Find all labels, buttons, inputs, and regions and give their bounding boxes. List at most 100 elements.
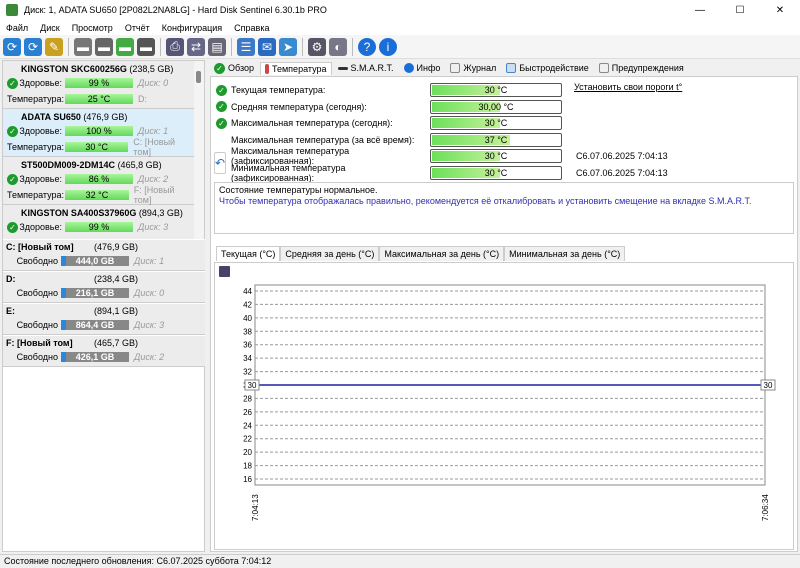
menu-report[interactable]: Отчёт	[119, 23, 156, 33]
refresh-icon[interactable]: ⟳	[3, 37, 21, 56]
disk-item[interactable]: KINGSTON SA400S37960G (894,3 GB) ✓ Здоров…	[3, 205, 195, 239]
temp-row: ✓ Максимальная температура (сегодня): 30…	[216, 115, 562, 131]
disk-test-icon[interactable]: ▬	[74, 37, 92, 56]
reset-button[interactable]: ↶	[214, 152, 226, 174]
temp-bar: 37 °C	[430, 132, 562, 147]
menu-config[interactable]: Конфигурация	[156, 23, 228, 33]
volume-name: D:	[6, 274, 16, 284]
health-label: Здоровье:	[19, 222, 62, 232]
tab-overview[interactable]: ✓ Обзор	[210, 62, 258, 75]
y-tick-label: 38	[243, 327, 252, 336]
check-icon: ✓	[214, 62, 225, 74]
disk-number: Диск: 0	[138, 78, 169, 88]
print-icon[interactable]: ⎙	[166, 37, 184, 56]
volume-size: (476,9 GB)	[94, 242, 139, 252]
menu-view[interactable]: Просмотр	[66, 23, 119, 33]
tab-smart[interactable]: S.M.A.R.T.	[334, 62, 398, 74]
close-button[interactable]: ✕	[760, 0, 800, 20]
x-tick-label: 7:04:13	[251, 494, 260, 521]
temp-label: Максимальная температура (сегодня):	[231, 118, 393, 128]
volume-item[interactable]: F: [Новый том] (465,7 GB) Свободно 426,1 G…	[3, 335, 205, 367]
end-value-label: 30	[764, 381, 773, 390]
settings-icon[interactable]: ⚙	[308, 37, 326, 56]
chart-tab-min[interactable]: Минимальная за день (°C)	[504, 246, 626, 261]
chart-tabs: Текущая (°C) Средняя за день (°C) Максим…	[216, 246, 626, 261]
x-tick-label: 7:06:34	[761, 494, 770, 521]
disk-volume: F: [Новый том]	[133, 185, 175, 205]
y-tick-label: 18	[243, 462, 252, 471]
tab-info[interactable]: Инфо	[400, 62, 445, 74]
tab-log[interactable]: Журнал	[446, 62, 500, 74]
health-bar: 99 %	[65, 222, 133, 232]
window-title: Диск: 1, ADATA SU650 [2P082L2NA8LG] - Ha…	[24, 5, 327, 15]
disk-list-scrollbar[interactable]	[194, 61, 204, 239]
status-bar: Состояние последнего обновления: С6.07.2…	[0, 554, 800, 568]
thermometer-icon	[265, 63, 269, 74]
temp-timestamp: С6.07.06.2025 7:04:13	[576, 151, 668, 161]
disk-volume: C: [Новый том]	[133, 137, 176, 157]
tab-warnings[interactable]: Предупреждения	[595, 62, 688, 74]
check-icon: ✓	[216, 101, 227, 112]
notes-icon[interactable]: ☰	[237, 37, 255, 56]
menu-help[interactable]: Справка	[228, 23, 275, 33]
set-thresholds-link[interactable]: Установить свои пороги t°	[574, 82, 682, 92]
check-icon: ✓	[216, 117, 227, 129]
volume-item[interactable]: C: [Новый том] (476,9 GB) Свободно 444,0 G…	[3, 239, 205, 271]
chart-tab-average[interactable]: Средняя за день (°C)	[280, 246, 380, 261]
menu-disk[interactable]: Диск	[34, 23, 66, 33]
volume-item[interactable]: D: (238,4 GB) Свободно 216,1 GB Диск: 0	[3, 271, 205, 303]
health-bar: 100 %	[65, 126, 133, 136]
disk-number: Диск: 0	[134, 288, 165, 298]
disk-panel: KINGSTON SKC600256G (238,5 GB) ✓ Здоровье…	[2, 60, 205, 552]
temp-bar: 32 °C	[65, 190, 129, 200]
temp-row: Минимальная температура (зафиксированная…	[216, 163, 668, 183]
help-icon[interactable]: ?	[358, 37, 376, 56]
send-icon[interactable]: ➤	[279, 37, 297, 56]
options-icon[interactable]: ◐	[329, 37, 347, 56]
y-tick-label: 44	[243, 287, 252, 296]
report-icon[interactable]: ▤	[208, 37, 226, 56]
toolbar: ⟳ ⟳ ✎ ▬ ▬ ▬ ▬ ⎙ ⇄ ▤ ☰ ✉ ➤ ⚙ ◐ ? i	[0, 35, 800, 59]
status-message: Состояние температуры нормальное. Чтобы …	[214, 182, 794, 234]
temp-row: ✓ Текущая температура: 30 °C	[216, 82, 562, 98]
volume-item[interactable]: E: (894,1 GB) Свободно 864,4 GB Диск: 3	[3, 303, 205, 335]
temp-bar: 30 °C	[430, 165, 562, 180]
temp-bar: 30 °C	[430, 116, 562, 130]
temp-bar: 30 °C	[65, 142, 129, 152]
free-label: Свободно	[16, 320, 58, 330]
temp-label: Температура:	[7, 94, 65, 104]
menu-file[interactable]: Файл	[0, 23, 34, 33]
free-label: Свободно	[16, 352, 58, 362]
temp-timestamp: С6.07.06.2025 7:04:13	[576, 167, 668, 178]
disk-item[interactable]: ADATA SU650 (476,9 GB) ✓ Здоровье: 100 % Ди…	[3, 109, 195, 157]
maximize-button[interactable]: ☐	[720, 0, 760, 20]
health-label: Здоровье:	[19, 78, 62, 88]
minimize-button[interactable]: —	[680, 0, 720, 20]
disk-minus-icon[interactable]: ▬	[137, 37, 155, 56]
health-label: Здоровье:	[19, 126, 62, 136]
disk-ok-icon[interactable]: ▬	[116, 37, 134, 56]
message-hint: Чтобы температура отображалась правильно…	[219, 196, 752, 206]
free-space-bar: 444,0 GB	[61, 256, 129, 266]
tab-performance[interactable]: Быстродействие	[502, 62, 593, 74]
y-tick-label: 22	[243, 435, 252, 444]
refresh-all-icon[interactable]: ⟳	[24, 37, 42, 56]
volume-size: (894,1 GB)	[94, 306, 139, 316]
chart-tab-current[interactable]: Текущая (°C)	[216, 246, 281, 261]
y-tick-label: 32	[243, 368, 252, 377]
health-label: Здоровье:	[19, 174, 62, 184]
tools-icon[interactable]: ✎	[45, 37, 63, 56]
tab-temperature[interactable]: Температура	[260, 61, 332, 75]
disk-item[interactable]: ST500DM009-2DM14C (465,8 GB) ✓ Здоровье: 8…	[3, 157, 195, 205]
menu-bar: Файл Диск Просмотр Отчёт Конфигурация Сп…	[0, 20, 800, 35]
network-icon[interactable]: ⇄	[187, 37, 205, 56]
temperature-chart: 16182022242628303234363840424430307:04:1…	[214, 262, 794, 550]
info-icon[interactable]: i	[379, 37, 397, 56]
temp-bar: 30,00 °C	[430, 99, 562, 114]
mail-icon[interactable]: ✉	[258, 37, 276, 56]
disk-health-icon[interactable]: ▬	[95, 37, 113, 56]
chart-tab-max[interactable]: Максимальная за день (°C)	[379, 246, 505, 261]
volume-size: (238,4 GB)	[94, 274, 139, 284]
disk-item[interactable]: KINGSTON SKC600256G (238,5 GB) ✓ Здоровье…	[3, 61, 195, 109]
check-icon: ✓	[7, 173, 18, 185]
